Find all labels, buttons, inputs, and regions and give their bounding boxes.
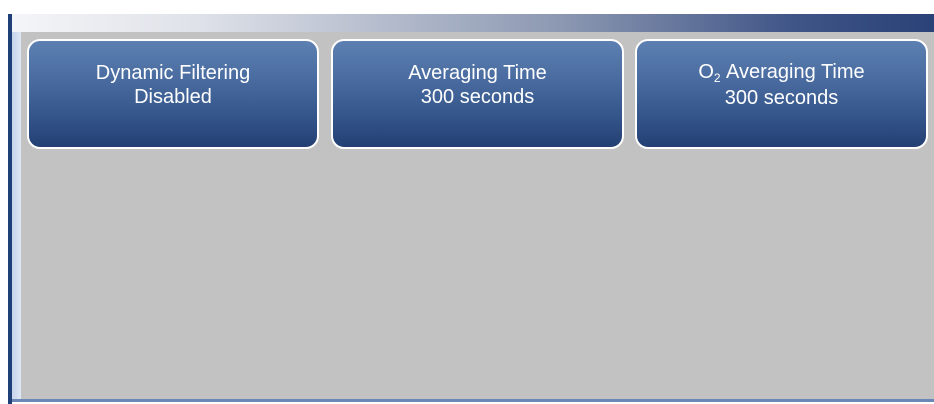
dynamic-filtering-label: Dynamic Filtering [95,62,251,84]
left-accent-stripe [12,14,21,400]
o2-subscript: 2 [713,71,721,85]
averaging-time-value: 300 seconds [420,86,535,108]
averaging-time-button-text: Averaging Time 300 seconds [408,61,547,109]
dynamic-filtering-value: Disabled [134,86,212,108]
dynamic-filtering-button[interactable]: Dynamic Filtering Disabled [27,39,319,149]
o2-label-suffix: Averaging Time [721,61,865,83]
bottom-divider [12,399,934,402]
o2-averaging-time-value: 300 seconds [724,87,839,109]
o2-averaging-time-button-text: O2 Averaging Time 300 seconds [698,60,864,110]
dynamic-filtering-button-text: Dynamic Filtering Disabled [96,61,250,109]
averaging-time-label: Averaging Time [408,62,547,84]
title-bar [12,14,934,32]
averaging-time-button[interactable]: Averaging Time 300 seconds [331,39,624,149]
o2-prefix: O [698,61,714,83]
o2-averaging-time-button[interactable]: O2 Averaging Time 300 seconds [635,39,928,149]
instrument-screen: Dynamic Filtering Disabled Averaging Tim… [0,0,934,404]
o2-averaging-time-label: O2 Averaging Time [698,60,864,86]
